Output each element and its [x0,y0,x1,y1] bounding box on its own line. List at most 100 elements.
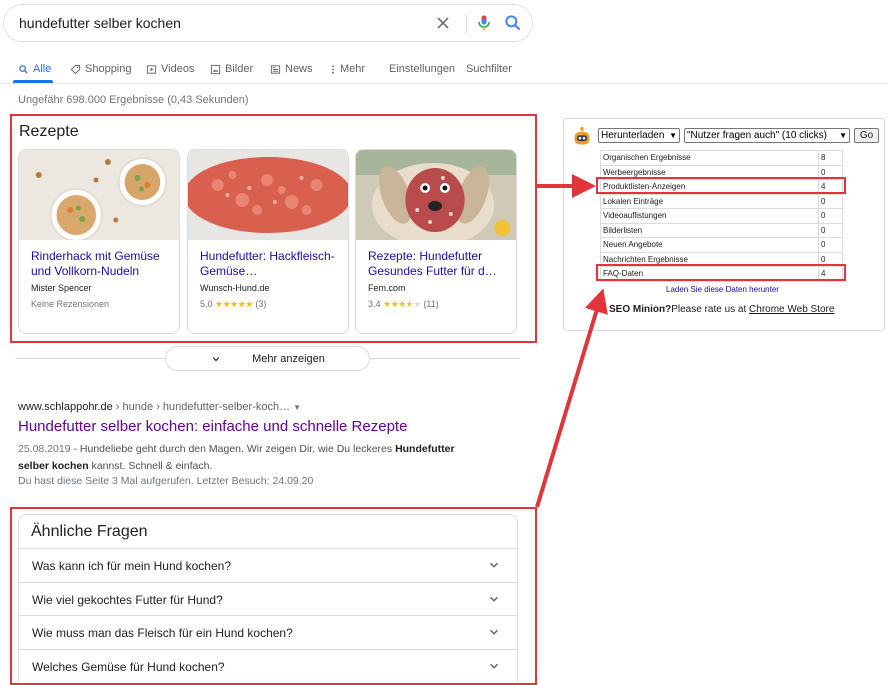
recipe-source: Mister Spencer [31,283,92,293]
tab-shopping[interactable]: Shopping [70,56,132,82]
people-also-ask: Ähnliche Fragen Was kann ich für mein Hu… [18,514,518,682]
recipe-title[interactable]: Rezepte: Hundefutter Gesundes Futter für… [368,249,514,279]
review-count: (11) [423,299,439,309]
annotation-box-product-ads [596,177,846,194]
paa-question[interactable]: Wie muss man das Fleisch für ein Hund ko… [19,615,517,648]
rate-us-line: SEO Minion?Please rate us at Chrome Web … [600,304,834,315]
image-icon [210,64,221,74]
chevron-down-icon [212,356,220,361]
annotation-box-faq-data [596,264,846,281]
snippet-bold: selber kochen [18,460,89,472]
row-count: 0 [818,208,843,224]
table-row: Organischen Ergebnisse 8 [600,150,843,166]
paa-question-text: Wie muss man das Fleisch für ein Hund ko… [32,626,293,640]
result-url[interactable]: www.schlappohr.de › hunde › hundefutter-… [18,401,301,413]
chevron-down-icon [490,562,498,568]
paa-question[interactable]: Welches Gemüse für Hund kochen? [19,649,517,682]
tab-label: Einstellungen [389,63,456,75]
tab-label: Shopping [85,63,132,75]
show-more-button[interactable]: Mehr anzeigen [165,346,370,371]
tab-all[interactable]: Alle [18,56,51,82]
recipe-image [19,150,179,242]
download-select[interactable]: Herunterladen ▼ [598,128,680,143]
result-title[interactable]: Hundefutter selber kochen: einfache und … [18,418,407,435]
go-button[interactable]: Go [854,128,879,143]
more-vert-icon [332,64,334,74]
recipe-rating: 5,0 ★★★★★ (3) [200,299,266,310]
row-label: Neuen Angebote [600,237,819,253]
recipe-card[interactable]: Rinderhack mit Gemüse und Vollkorn-Nudel… [18,149,180,334]
tab-label: Suchfilter [466,63,512,75]
mode-select[interactable]: "Nutzer fragen auch" (10 clicks) ▼ [684,128,850,143]
table-row: Bilderlisten 0 [600,222,843,238]
tab-label: Bilder [225,63,254,75]
paa-title: Ähnliche Fragen [31,523,148,540]
tab-tools[interactable]: Suchfilter [466,56,512,82]
play-icon [146,64,157,74]
seo-minion-panel: Herunterladen ▼ "Nutzer fragen auch" (10 … [563,118,885,331]
rate-middle: Please rate us at [671,304,750,315]
clear-icon[interactable] [433,13,453,33]
visited-note: Du hast diese Seite 3 Mal aufgerufen. Le… [18,475,314,487]
tab-label: Videos [161,63,195,75]
recipe-title[interactable]: Hundefutter: Hackfleisch-Gemüse… [200,249,346,279]
caret-down-icon[interactable]: ▼ [293,403,301,412]
row-count: 0 [818,237,843,253]
tabs-divider [0,83,888,84]
tab-label: News [285,63,313,75]
snippet-text: kannst. Schnell & einfach. [88,460,213,472]
result-path: › hunde › hundefutter-selber-koch… [112,401,291,413]
search-input[interactable]: hundefutter selber kochen [19,15,181,31]
recipe-source: Fem.com [368,283,406,293]
recipe-card[interactable]: Hundefutter: Hackfleisch-Gemüse… Wunsch-… [187,149,349,334]
snippet-bold: Hundefutter [395,443,455,455]
row-count: 8 [818,150,843,166]
recipe-image [356,150,516,247]
paa-question[interactable]: Was kann ich für mein Hund kochen? [19,548,517,581]
tab-more[interactable]: Mehr [330,56,365,82]
download-data-link[interactable]: Laden Sie diese Daten herunter [666,285,779,294]
divider [466,14,467,34]
mode-select-value: "Nutzer fragen auch" (10 clicks) [687,130,827,141]
recipes-title: Rezepte [19,123,79,140]
rate-prefix: SEO Minion? [609,304,672,315]
recipe-reviews: Keine Rezensionen [31,299,110,309]
recipe-card[interactable]: Rezepte: Hundefutter Gesundes Futter für… [355,149,517,334]
row-count: 0 [818,222,843,238]
mic-icon[interactable] [474,13,494,33]
tab-videos[interactable]: Videos [146,56,194,82]
tab-label: Alle [33,63,52,75]
row-label: Videoauflistungen [600,208,819,224]
recipe-rating: 3,4 ★★★★★★ (11) [368,299,439,310]
download-select-value: Herunterladen [601,130,665,141]
paa-question-text: Wie viel gekochtes Futter für Hund? [32,593,223,607]
search-icon[interactable] [503,13,523,33]
tab-label: Mehr [340,63,366,75]
result-date: 25.08.2019 [18,443,71,455]
review-count: (3) [255,299,267,309]
chevron-down-icon [490,629,498,635]
chevron-down-icon [490,663,498,669]
table-row: Videoauflistungen 0 [600,208,843,224]
search-box[interactable]: hundefutter selber kochen [3,4,533,42]
tab-images[interactable]: Bilder [210,56,253,82]
tag-icon [70,64,81,74]
row-label: Organischen Ergebnisse [600,150,819,166]
tab-news[interactable]: News [270,56,313,82]
tab-settings[interactable]: Einstellungen [389,56,455,82]
paa-question-text: Welches Gemüse für Hund kochen? [32,660,225,674]
table-row: Lokalen Einträge 0 [600,193,843,209]
select-arrow-icon: ▼ [839,131,847,140]
paa-question[interactable]: Wie viel gekochtes Futter für Hund? [19,582,517,615]
show-more-label: Mehr anzeigen [252,352,325,365]
search-tabs: Alle Shopping Videos Bilder News Mehr Ei… [0,56,540,83]
result-domain: www.schlappohr.de [18,401,113,413]
select-arrow-icon: ▼ [669,131,677,140]
search-icon [19,64,28,74]
robot-icon [574,127,590,145]
chrome-web-store-link[interactable]: Chrome Web Store [749,304,834,315]
recipe-title[interactable]: Rinderhack mit Gemüse und Vollkorn-Nudel… [31,249,177,279]
row-label: Lokalen Einträge [600,193,819,209]
rating-stars: ★★★★★★ [383,299,421,309]
bullet-icon [600,306,606,312]
